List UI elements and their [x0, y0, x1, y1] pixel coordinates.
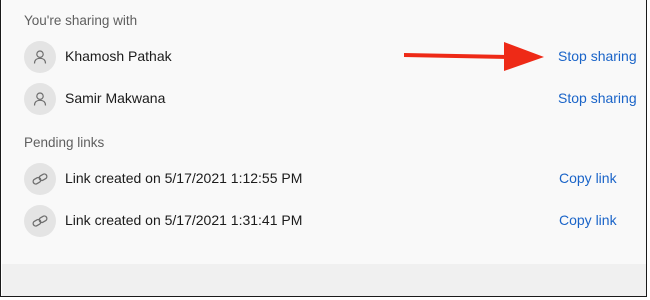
pending-link-row: Link created on 5/17/2021 1:31:41 PM Cop…: [2, 205, 646, 239]
person-icon: [33, 50, 47, 64]
sharing-heading: You're sharing with: [24, 13, 138, 28]
link-avatar: [24, 205, 56, 237]
link-icon: [32, 215, 48, 227]
shared-person-row: Samir Makwana Stop sharing: [2, 83, 646, 117]
avatar: [24, 83, 56, 115]
link-icon: [32, 173, 48, 185]
red-arrow-icon: [404, 42, 544, 71]
copy-link-button[interactable]: Copy link: [559, 212, 617, 228]
pending-links-heading: Pending links: [24, 135, 105, 150]
link-avatar: [24, 163, 56, 195]
sharing-panel: You're sharing with Khamosh Pathak Stop …: [2, 0, 646, 264]
arrow-head: [504, 42, 544, 71]
dialog-frame: You're sharing with Khamosh Pathak Stop …: [0, 0, 647, 297]
stop-sharing-button[interactable]: Stop sharing: [558, 90, 637, 106]
dialog-footer: [2, 264, 646, 296]
stop-sharing-button[interactable]: Stop sharing: [558, 48, 637, 64]
copy-link-button[interactable]: Copy link: [559, 170, 617, 186]
shared-person-row: Khamosh Pathak Stop sharing: [2, 41, 646, 75]
person-name: Samir Makwana: [65, 90, 166, 106]
avatar: [24, 41, 56, 73]
person-name: Khamosh Pathak: [65, 48, 172, 64]
arrow-shaft: [404, 53, 508, 59]
person-icon: [33, 92, 47, 106]
pending-link-label: Link created on 5/17/2021 1:12:55 PM: [65, 170, 303, 186]
pending-link-label: Link created on 5/17/2021 1:31:41 PM: [65, 212, 303, 228]
pending-link-row: Link created on 5/17/2021 1:12:55 PM Cop…: [2, 163, 646, 197]
